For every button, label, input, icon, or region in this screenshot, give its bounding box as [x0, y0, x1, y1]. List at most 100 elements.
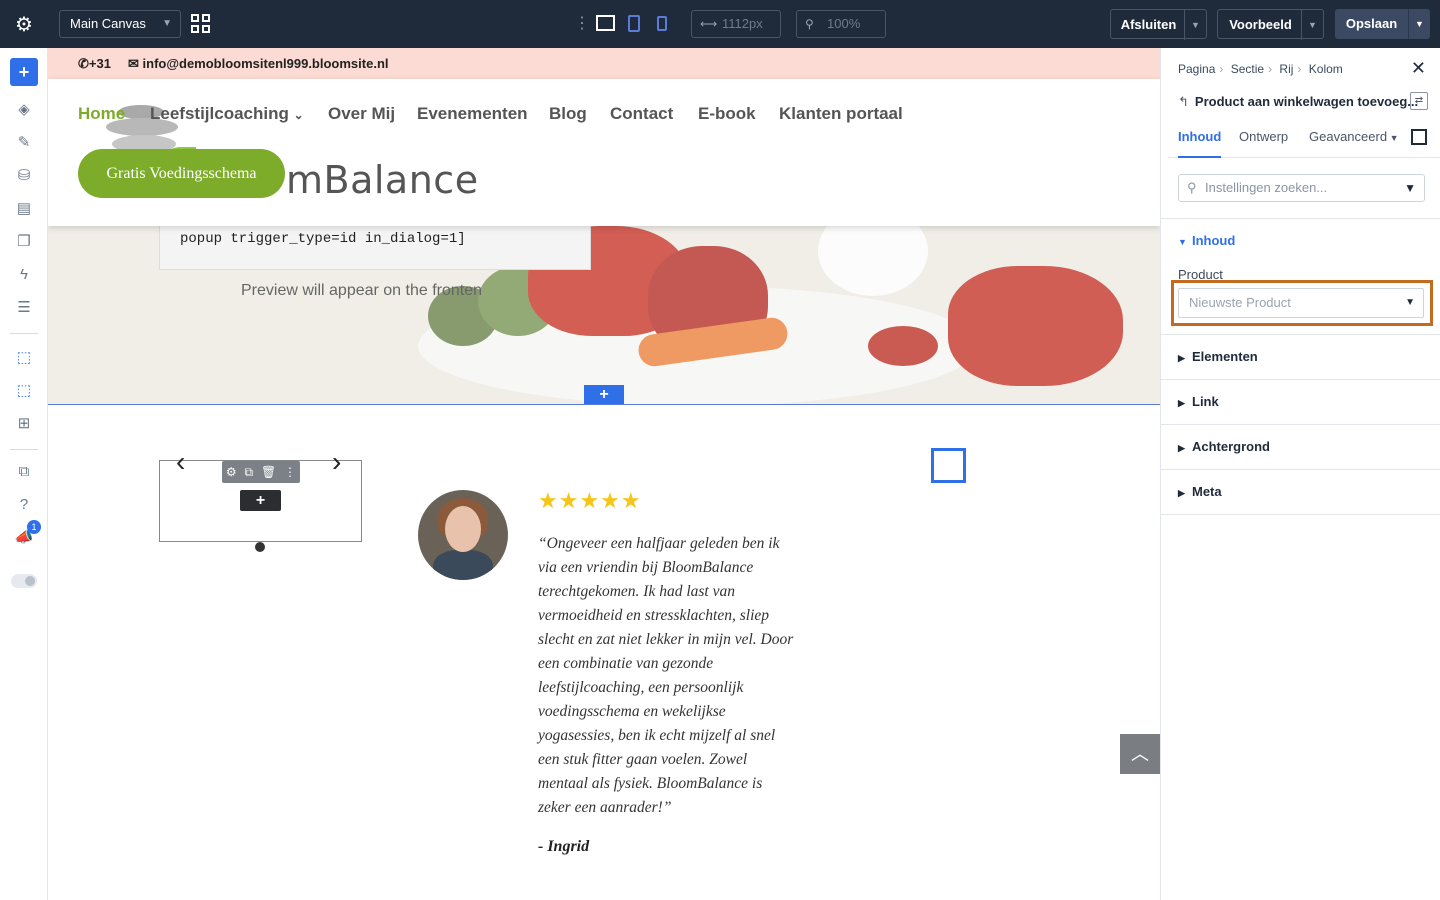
- testimonial-quote: “Ongeveer een halfjaar geleden ben ik vi…: [538, 535, 794, 816]
- library-icon[interactable]: ⧉: [14, 462, 34, 482]
- more-vertical-icon[interactable]: ⋮: [284, 461, 296, 483]
- save-button-label: Opslaan: [1345, 16, 1398, 31]
- save-button[interactable]: Opslaan ▼: [1335, 9, 1430, 39]
- add-module-button[interactable]: +: [240, 490, 281, 511]
- nav-item-evenementen[interactable]: Evenementen: [417, 104, 528, 124]
- logo-text: mBalance: [286, 158, 479, 202]
- canvas-select[interactable]: Main Canvas ▼: [59, 10, 181, 38]
- close-button-label: Afsluiten: [1120, 17, 1177, 32]
- shortcode-box: popup trigger_type=id in_dialog=1]: [159, 226, 591, 270]
- nav-item-home[interactable]: Home: [78, 104, 125, 124]
- page-canvas: ✆+31 ✉ info@demobloomsitenl999.bloomsite…: [48, 48, 1160, 900]
- width-value: 1112px: [722, 16, 763, 31]
- zoom-field[interactable]: ⚲ 100%: [796, 10, 886, 38]
- left-sidebar: + ◈ ✎ ⛁ ▤ ❐ ϟ ☰ ⬚ ⬚ ⊞ ⧉ ? 📣 1: [0, 48, 48, 900]
- tab-ontwerp[interactable]: Ontwerp: [1239, 128, 1288, 158]
- chevron-down-icon: ▼: [162, 18, 172, 29]
- trash-icon[interactable]: 🗑: [261, 461, 276, 483]
- back-to-top-button[interactable]: ︿: [1120, 734, 1160, 774]
- preview-button-label: Voorbeeld: [1229, 17, 1292, 32]
- chevron-down-icon: ▼: [1405, 297, 1415, 308]
- expand-icon[interactable]: [1411, 129, 1427, 145]
- dark-mode-toggle[interactable]: [11, 574, 37, 588]
- close-button[interactable]: Afsluiten ▼: [1110, 9, 1207, 40]
- breadcrumb: Pagina › Sectie › Rij › Kolom: [1178, 62, 1343, 76]
- chevron-down-icon[interactable]: ▼: [1408, 9, 1430, 39]
- select-element-icon[interactable]: ⬚: [14, 348, 34, 368]
- chevron-down-icon[interactable]: ▼: [1184, 10, 1206, 40]
- product-select[interactable]: Nieuwste Product ▼: [1178, 288, 1424, 318]
- add-section-button[interactable]: +: [584, 385, 624, 404]
- settings-search-input[interactable]: ⚲ Instellingen zoeken... ▼: [1178, 174, 1425, 202]
- module-toolbar: ⚙ ⧉ 🗑 ⋮: [222, 461, 300, 483]
- breadcrumb-item[interactable]: Pagina: [1178, 62, 1215, 76]
- add-element-button[interactable]: +: [10, 58, 38, 86]
- back-icon[interactable]: ↰: [1178, 94, 1195, 109]
- phone-view-icon[interactable]: [657, 16, 667, 31]
- gear-icon[interactable]: ⚙: [226, 461, 237, 483]
- preview-layout-icon[interactable]: ⊞: [14, 414, 34, 434]
- chevron-down-icon: ⌄: [293, 108, 304, 122]
- nav-item-over-mij[interactable]: Over Mij: [328, 104, 395, 124]
- group-link[interactable]: ▶ Link: [1178, 394, 1219, 409]
- module-title: ↰ Product aan winkelwagen toevoeg...: [1178, 94, 1418, 109]
- canvas-select-value: Main Canvas: [70, 16, 146, 31]
- breadcrumb-item[interactable]: Kolom: [1309, 62, 1343, 76]
- group-meta[interactable]: ▶ Meta: [1178, 484, 1222, 499]
- help-icon[interactable]: ?: [14, 495, 34, 515]
- sections-icon[interactable]: ☰: [14, 298, 34, 318]
- grid-icon[interactable]: [191, 14, 210, 33]
- preview-notice: Preview will appear on the fronten: [241, 282, 483, 299]
- settings-toggle-icon[interactable]: ⇄: [1410, 92, 1428, 110]
- group-achtergrond[interactable]: ▶ Achtergrond: [1178, 439, 1270, 454]
- close-icon[interactable]: ✕: [1411, 58, 1426, 79]
- chevron-down-icon[interactable]: ▼: [1301, 10, 1323, 40]
- desktop-view-icon[interactable]: [596, 15, 615, 31]
- search-icon: ⚲: [805, 17, 814, 31]
- builder-topbar: ⚙ Main Canvas ▼ ⋮ ⟷ 1112px ⚲ 100% Afslui…: [0, 0, 1440, 48]
- hero-section[interactable]: popup trigger_type=id in_dialog=1] Previ…: [48, 226, 1160, 405]
- preview-button[interactable]: Voorbeeld ▼: [1217, 9, 1324, 40]
- notification-badge: 1: [27, 520, 41, 534]
- filter-icon[interactable]: ▼: [1404, 175, 1416, 201]
- settings-panel: Pagina › Sectie › Rij › Kolom ✕ ↰ Product aa…: [1160, 48, 1440, 900]
- tab-inhoud[interactable]: Inhoud: [1178, 128, 1222, 158]
- gear-icon[interactable]: ⚙: [0, 0, 48, 48]
- pages-icon[interactable]: ❐: [14, 232, 34, 252]
- more-vertical-icon[interactable]: ⋮: [574, 14, 590, 34]
- layers-icon[interactable]: ◈: [14, 100, 34, 120]
- slider-next-arrow[interactable]: ›: [332, 446, 341, 478]
- nav-item-contact[interactable]: Contact: [610, 104, 673, 124]
- avatar: [418, 490, 508, 580]
- tablet-view-icon[interactable]: [628, 15, 640, 32]
- nav-item-leefstijlcoaching[interactable]: Leefstijlcoaching ⌄: [150, 104, 304, 124]
- slider-dot[interactable]: [255, 542, 265, 552]
- lightning-icon[interactable]: ϟ: [14, 265, 34, 285]
- cta-button[interactable]: Gratis Voedingsschema: [78, 149, 285, 198]
- sidebar-divider: [10, 333, 38, 334]
- breadcrumb-item[interactable]: Sectie: [1231, 62, 1264, 76]
- caret-down-icon: ▼: [1178, 237, 1187, 247]
- slider-prev-arrow[interactable]: ‹: [176, 446, 185, 478]
- top-info-bar: ✆+31 ✉ info@demobloomsitenl999.bloomsite…: [48, 48, 1160, 79]
- divider: [1161, 514, 1440, 515]
- rating-stars: ★★★★★: [538, 488, 642, 513]
- divider: [1161, 424, 1440, 425]
- nav-item-klanten-portaal[interactable]: Klanten portaal: [779, 104, 903, 124]
- duplicate-icon[interactable]: ⧉: [245, 461, 254, 483]
- width-field[interactable]: ⟷ 1112px: [691, 10, 781, 38]
- nav-item-blog[interactable]: Blog: [549, 104, 587, 124]
- selected-module-outline[interactable]: [931, 448, 966, 483]
- nav-item-ebook[interactable]: E-book: [698, 104, 756, 124]
- divider: [1161, 379, 1440, 380]
- breadcrumb-item[interactable]: Rij: [1279, 62, 1293, 76]
- select-module-icon[interactable]: ⬚: [14, 381, 34, 401]
- database-icon[interactable]: ⛁: [14, 166, 34, 186]
- group-inhoud[interactable]: ▼ Inhoud: [1178, 233, 1235, 248]
- group-elementen[interactable]: ▶ Elementen: [1178, 349, 1258, 364]
- panel-tabs: Inhoud Ontwerp Geavanceerd ▼: [1168, 128, 1440, 158]
- form-icon[interactable]: ▤: [14, 199, 34, 219]
- width-icon: ⟷: [700, 17, 718, 31]
- tab-geavanceerd[interactable]: Geavanceerd ▼: [1309, 128, 1398, 158]
- theme-icon[interactable]: ✎: [14, 133, 34, 153]
